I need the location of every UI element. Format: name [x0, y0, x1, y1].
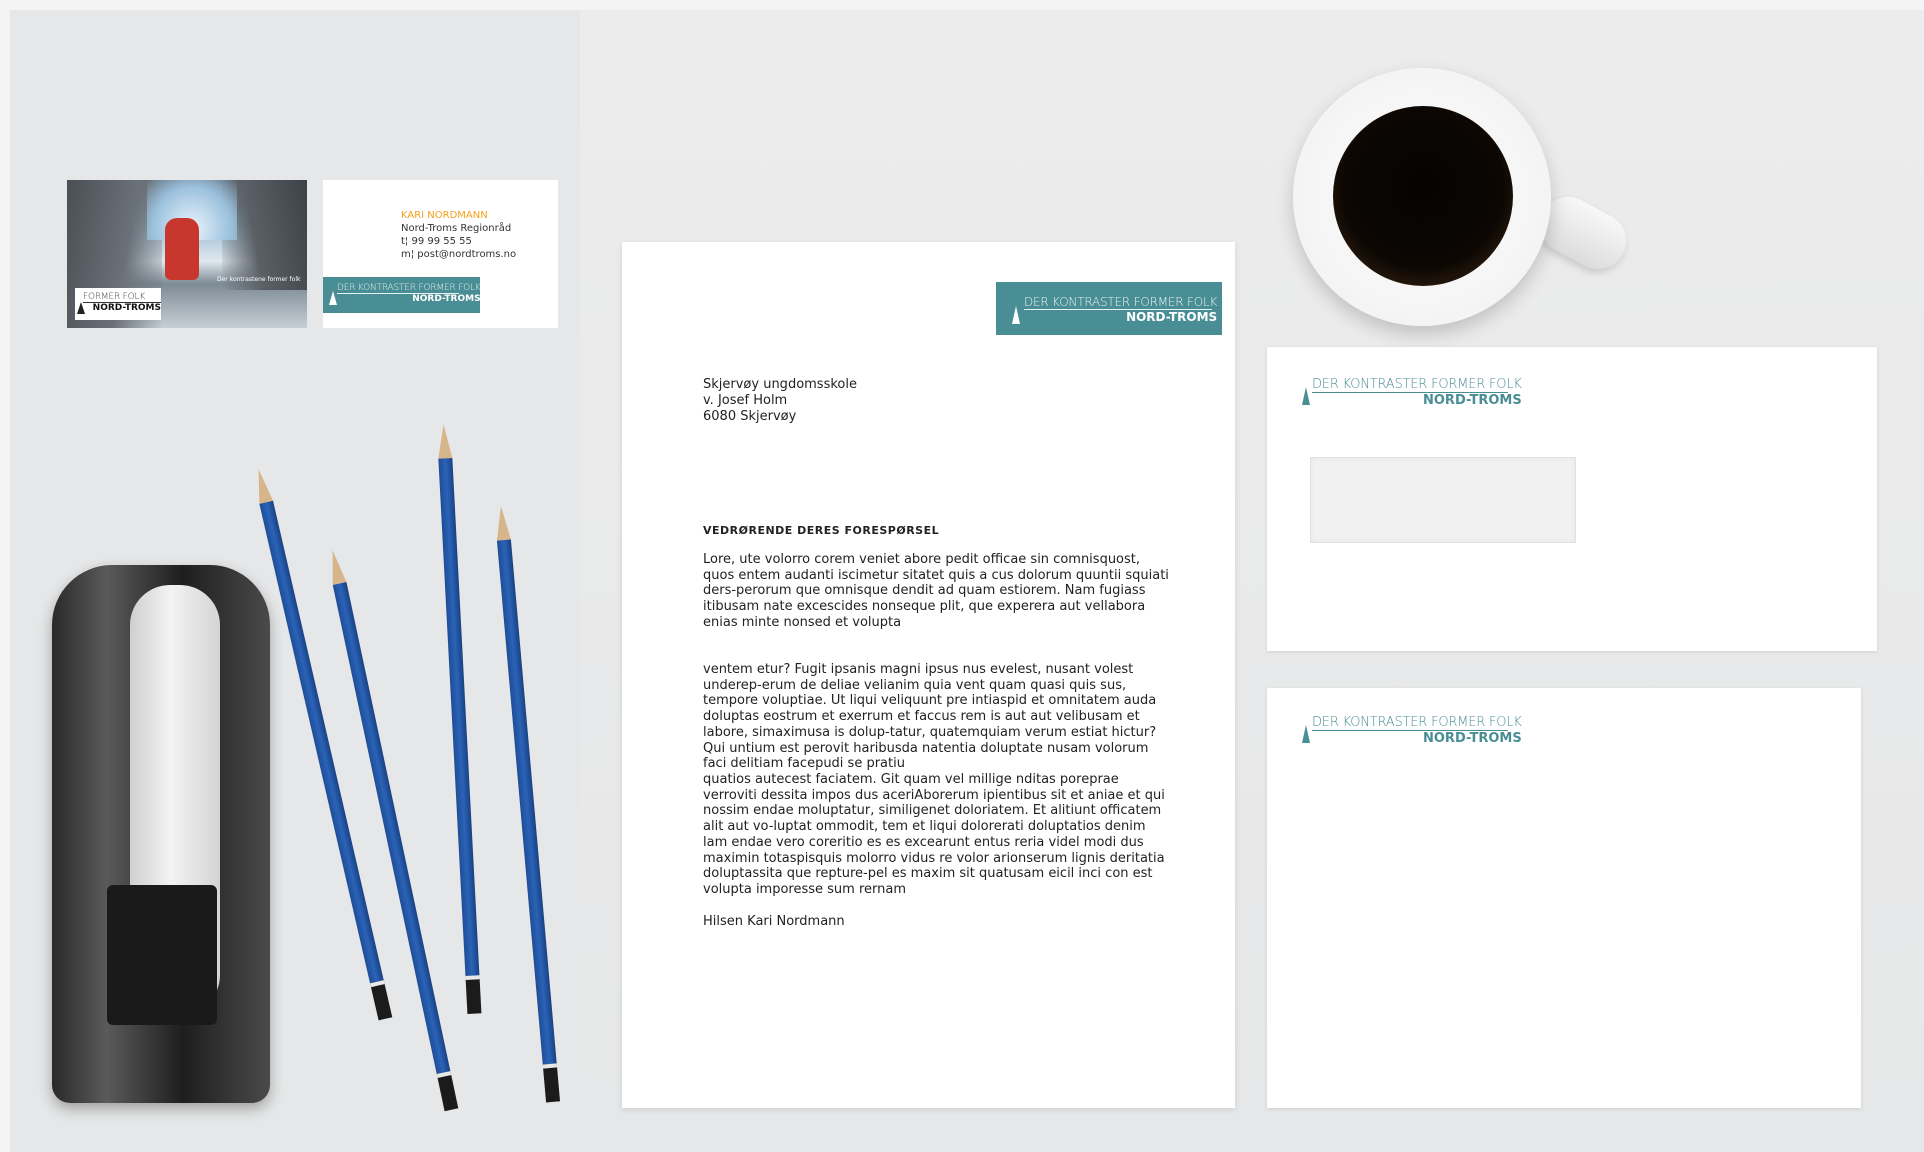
- card-logo-org: NORD-TROMS: [92, 303, 161, 313]
- envelope-logo-org: NORD-TROMS: [1423, 393, 1522, 408]
- envelope: DER KONTRASTER FORMER FOLK NORD-TROMS: [1267, 688, 1861, 1108]
- logo-mark-icon: [77, 302, 85, 314]
- card-phone: t¦ 99 99 55 55: [401, 236, 472, 247]
- logo-mark-icon: [1012, 306, 1020, 324]
- business-card-back: KARI NORDMANN Nord-Troms Regionråd t¦ 99…: [323, 180, 558, 328]
- envelope-window: [1310, 457, 1576, 543]
- letter-logo-org: NORD-TROMS: [1126, 310, 1218, 324]
- window-envelope: DER KONTRASTER FORMER FOLK NORD-TROMS: [1267, 347, 1877, 651]
- tape-base-cavity: [107, 885, 217, 1025]
- letterhead-page: DER KONTRASTER FORMER FOLK NORD-TROMS Sk…: [622, 242, 1235, 1108]
- card-band-tagline: DER KONTRASTER FORMER FOLK: [337, 283, 481, 293]
- card-org: Nord-Troms Regionråd: [401, 223, 512, 234]
- photo-climber: [165, 218, 199, 280]
- card-logo-band: DER KONTRASTER FORMER FOLK NORD-TROMS: [323, 277, 481, 313]
- letter-signoff: Hilsen Kari Nordmann: [703, 914, 845, 929]
- recipient-address: Skjervøy ungdomsskole v. Josef Holm 6080…: [703, 377, 857, 425]
- tape-dispenser: [52, 565, 270, 1103]
- envelope-logo-org: NORD-TROMS: [1423, 731, 1522, 746]
- letter-heading: VEDRØRENDE DERES FORESPØRSEL: [703, 524, 940, 537]
- business-card-front: Der kontrastene former folk FORMER FOLK …: [67, 180, 307, 328]
- card-logo-tagline: FORMER FOLK: [83, 292, 146, 302]
- letter-paragraph: ventem etur? Fugit ipsanis magni ipsus n…: [703, 662, 1157, 772]
- card-email: m¦ post@nordtroms.no: [401, 249, 517, 260]
- envelope-logo-tagline: DER KONTRASTER FORMER FOLK: [1312, 377, 1522, 392]
- coffee-cup: [1293, 68, 1551, 326]
- logo-mark-icon: [329, 291, 337, 305]
- logo-mark-icon: [1302, 725, 1310, 743]
- card-logo: FORMER FOLK NORD-TROMS: [75, 288, 161, 320]
- coffee: [1333, 106, 1513, 286]
- logo-mark-icon: [1302, 387, 1310, 405]
- card-band-org: NORD-TROMS: [412, 294, 481, 304]
- recipient-line: 6080 Skjervøy: [703, 409, 797, 424]
- letter-logo-tagline: DER KONTRASTER FORMER FOLK: [1024, 295, 1218, 309]
- card-name: KARI NORDMANN: [401, 210, 488, 221]
- recipient-line: v. Josef Holm: [703, 393, 788, 408]
- letter-paragraph: Lore, ute volorro corem veniet abore ped…: [703, 552, 1169, 630]
- card-photo-tagline: Der kontrastene former folk: [217, 276, 301, 283]
- letter-logo-band: DER KONTRASTER FORMER FOLK NORD-TROMS: [996, 282, 1222, 335]
- envelope-logo-tagline: DER KONTRASTER FORMER FOLK: [1312, 715, 1522, 730]
- recipient-line: Skjervøy ungdomsskole: [703, 377, 857, 392]
- letter-paragraph: quatios autecest faciatem. Git quam vel …: [703, 772, 1165, 897]
